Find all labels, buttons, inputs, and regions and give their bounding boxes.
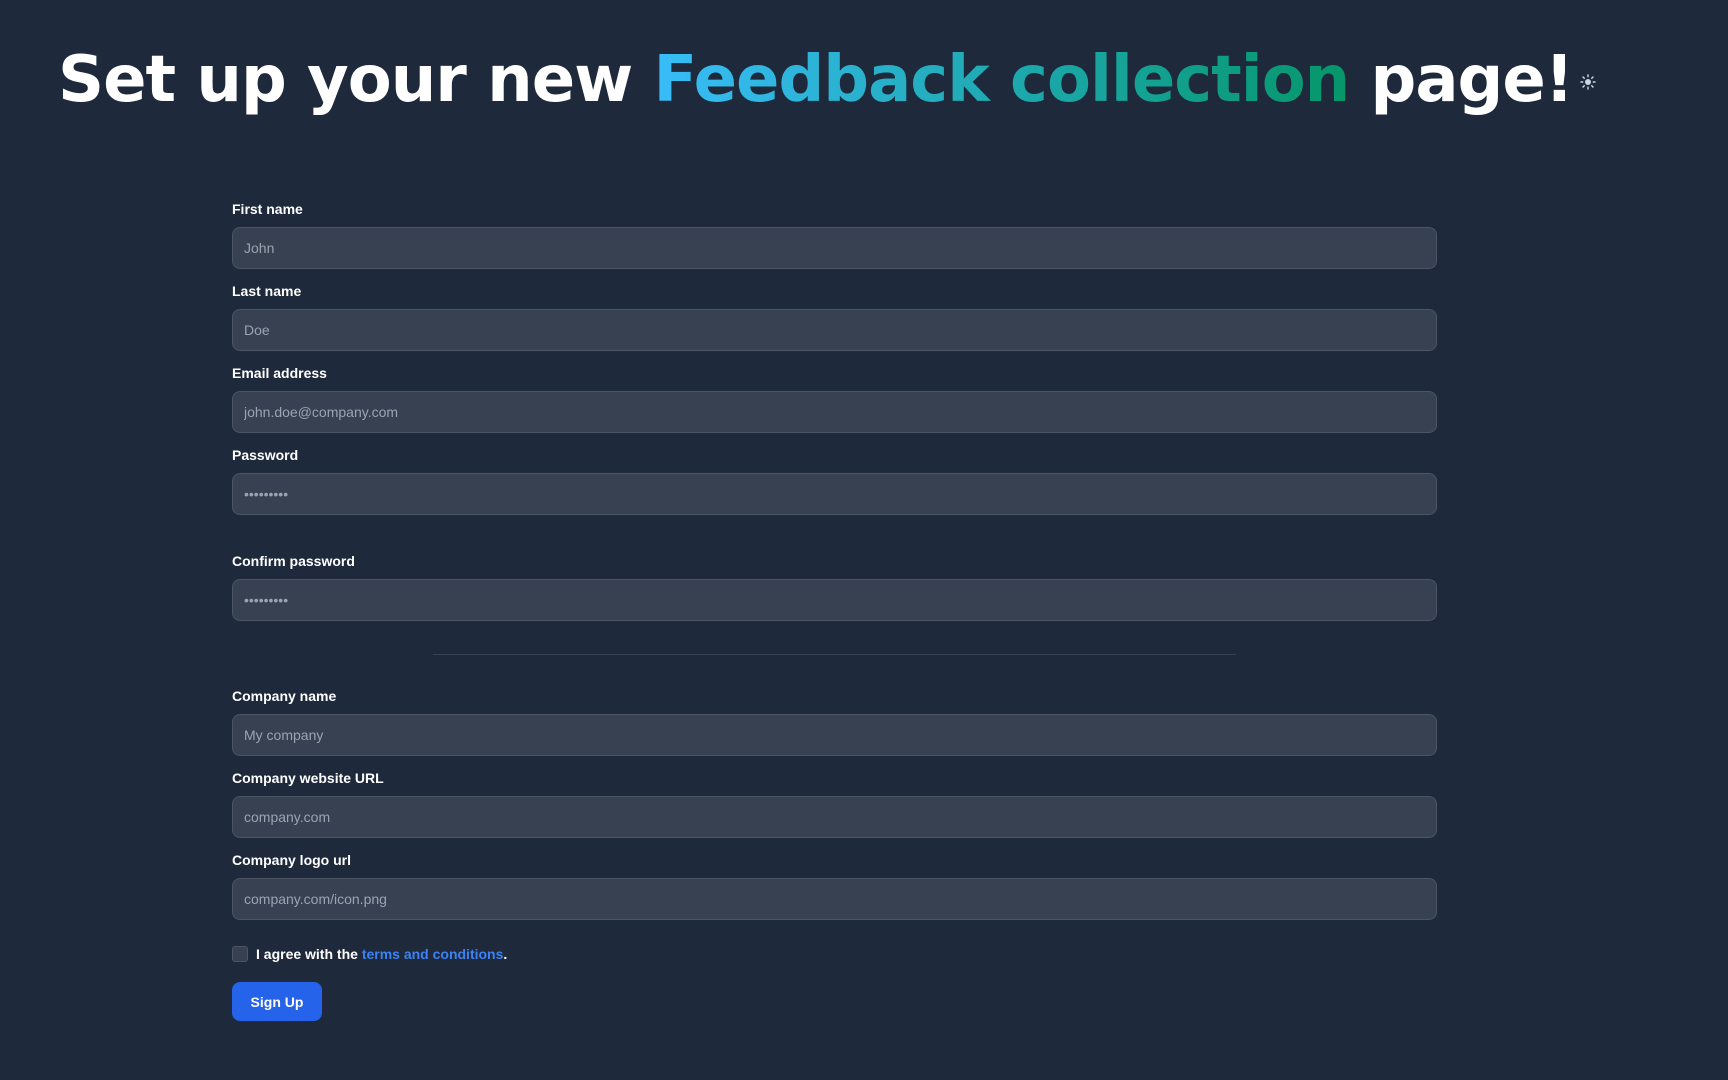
company-logo-group: Company logo url [232,852,1437,920]
password-label: Password [232,447,299,463]
company-logo-input[interactable] [232,878,1437,920]
title-highlight: Feedback collection [653,43,1351,117]
terms-prefix: I agree with the [256,946,362,962]
terms-link[interactable]: terms and conditions [362,946,504,962]
terms-agreement: I agree with the terms and conditions. [232,946,507,962]
title-prefix: Set up your new [58,43,654,117]
last-name-input[interactable] [232,309,1437,351]
first-name-group: First name [232,201,1437,269]
email-label: Email address [232,365,327,381]
last-name-label: Last name [232,283,302,299]
email-input[interactable] [232,391,1437,433]
first-name-label: First name [232,201,303,217]
terms-checkbox[interactable] [232,946,248,962]
confirm-password-label: Confirm password [232,553,355,569]
company-name-group: Company name [232,688,1437,756]
password-input[interactable] [232,473,1437,515]
company-name-label: Company name [232,688,337,704]
company-website-label: Company website URL [232,770,384,786]
terms-suffix: . [503,946,508,962]
last-name-group: Last name [232,283,1437,351]
section-divider [433,654,1236,655]
email-group: Email address [232,365,1437,433]
confirm-password-group: Confirm password [232,553,1437,621]
sun-icon [1580,74,1596,90]
confirm-password-input[interactable] [232,579,1437,621]
title-suffix: page! [1349,43,1574,117]
password-group: Password [232,447,1437,515]
theme-toggle-button[interactable] [1574,68,1602,96]
company-name-input[interactable] [232,714,1437,756]
company-website-input[interactable] [232,796,1437,838]
page-title: Set up your new Feedback collection page… [58,36,1574,124]
first-name-input[interactable] [232,227,1437,269]
company-logo-label: Company logo url [232,852,351,868]
company-website-group: Company website URL [232,770,1437,838]
sign-up-button[interactable]: Sign Up [232,982,322,1021]
